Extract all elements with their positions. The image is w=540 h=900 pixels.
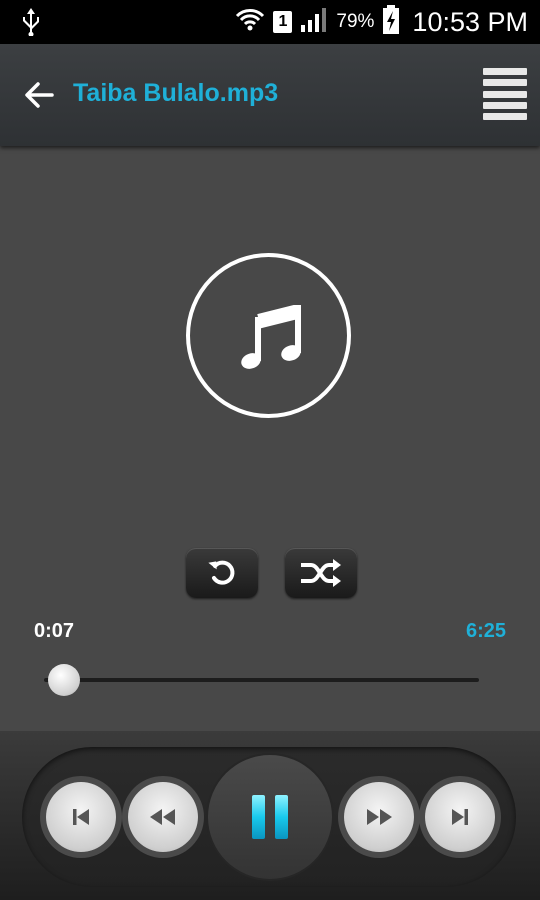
total-time: 6:25 [465,620,506,642]
sim-badge: 1 [273,11,293,33]
album-art [186,253,351,418]
skip-previous-icon [73,809,89,825]
shuffle-icon [301,559,341,587]
skip-next-icon [452,809,468,825]
rewind-icon [150,809,175,825]
battery-charging-icon [382,4,400,40]
skip-next-button[interactable] [425,782,495,852]
current-time: 0:07 [34,620,75,642]
menu-icon[interactable] [483,68,527,120]
repeat-button[interactable] [186,548,258,598]
back-arrow-icon[interactable] [22,78,56,112]
seek-thumb[interactable] [47,664,80,696]
repeat-icon [208,560,235,585]
app-toolbar: Taiba Bulalo.mp3 [0,44,540,146]
track-title: Taiba Bulalo.mp3 [73,79,279,107]
rewind-button[interactable] [128,782,198,852]
shuffle-button[interactable] [285,548,357,598]
signal-icon [300,7,328,38]
usb-icon [22,8,40,41]
status-bar: 1 79% 10:53 PM [0,0,540,44]
fast-forward-button[interactable] [344,782,414,852]
fast-forward-icon [367,809,392,825]
status-time: 10:53 PM [412,6,528,37]
pause-button[interactable] [208,755,332,879]
skip-previous-button[interactable] [46,782,116,852]
music-note-icon [241,305,301,369]
seek-bar[interactable] [44,678,479,682]
battery-percent: 79% [336,11,375,32]
pause-icon [252,795,288,839]
wifi-icon [235,6,265,39]
